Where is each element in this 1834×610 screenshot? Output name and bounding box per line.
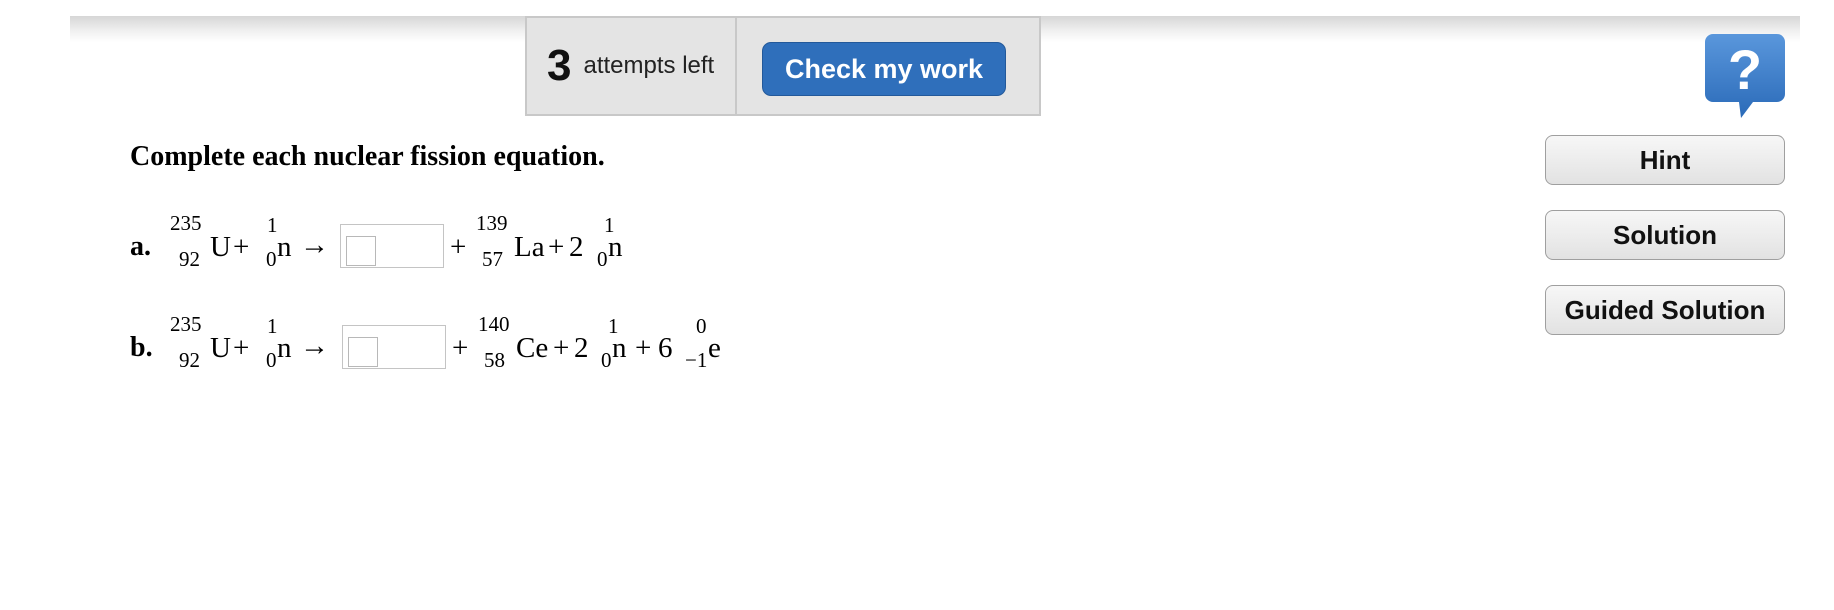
neutron-out-atomic-number: 0 xyxy=(601,348,612,372)
answer-input-b[interactable] xyxy=(342,325,446,369)
plus-sign: + xyxy=(548,231,565,263)
product-symbol: Ce xyxy=(516,332,549,364)
neutron-coefficient: 2 xyxy=(574,332,589,364)
plus-sign: + xyxy=(450,231,467,263)
part-b-label: b. xyxy=(130,332,153,363)
electron-atomic-number: −1 xyxy=(685,348,708,372)
neutron-symbol: n xyxy=(277,332,292,364)
product-mass-number: 139 xyxy=(476,211,508,235)
neutron-out-symbol: n xyxy=(612,332,627,364)
hint-button[interactable]: Hint xyxy=(1545,135,1785,185)
plus-sign: + xyxy=(233,231,250,263)
neutron-atomic-number: 0 xyxy=(266,247,277,271)
neutron-out-atomic-number: 0 xyxy=(597,247,608,271)
product-atomic-number: 58 xyxy=(484,348,505,372)
plus-sign: + xyxy=(452,332,469,364)
solution-button[interactable]: Solution xyxy=(1545,210,1785,260)
uranium-atomic-number: 92 xyxy=(179,247,200,271)
neutron-mass-number: 1 xyxy=(267,213,278,237)
attempts-label: attempts left xyxy=(583,52,715,79)
help-question-mark: ? xyxy=(1728,38,1762,101)
attempts-count: 3 xyxy=(547,41,572,90)
check-my-work-button[interactable]: Check my work xyxy=(762,42,1006,96)
answer-input-a[interactable] xyxy=(340,224,444,268)
neutron-symbol: n xyxy=(277,231,292,263)
equation-b: b. 235 92 U + 1 0 n → + 140 58 Ce + 2 1 … xyxy=(130,306,770,376)
neutron-atomic-number: 0 xyxy=(266,348,277,372)
electron-mass-number: 0 xyxy=(696,314,707,338)
attempts-panel: 3 attempts left xyxy=(525,16,737,116)
uranium-symbol: U xyxy=(210,332,231,364)
electron-coefficient: 6 xyxy=(658,332,673,364)
guided-solution-button[interactable]: Guided Solution xyxy=(1545,285,1785,335)
neutron-mass-number: 1 xyxy=(267,314,278,338)
equation-a: a. 235 92 U + 1 0 n → + 139 57 La + 2 1 … xyxy=(130,205,730,275)
product-atomic-number: 57 xyxy=(482,247,503,271)
plus-sign: + xyxy=(635,332,652,364)
uranium-mass-number: 235 xyxy=(170,312,202,336)
reaction-arrow: → xyxy=(300,330,329,362)
answer-placeholder-box xyxy=(348,337,378,367)
help-question-icon[interactable]: ? xyxy=(1705,34,1785,118)
product-mass-number: 140 xyxy=(478,312,510,336)
part-a-label: a. xyxy=(130,231,151,262)
uranium-symbol: U xyxy=(210,231,231,263)
check-work-panel: Check my work xyxy=(737,16,1041,116)
reaction-arrow: → xyxy=(300,229,329,261)
plus-sign: + xyxy=(553,332,570,364)
plus-sign: + xyxy=(233,332,250,364)
electron-symbol: e xyxy=(708,332,721,364)
question-prompt: Complete each nuclear fission equation. xyxy=(130,141,605,172)
neutron-coefficient: 2 xyxy=(569,231,584,263)
neutron-out-symbol: n xyxy=(608,231,623,263)
product-symbol: La xyxy=(514,231,545,263)
answer-placeholder-box xyxy=(346,236,376,266)
uranium-atomic-number: 92 xyxy=(179,348,200,372)
uranium-mass-number: 235 xyxy=(170,211,202,235)
